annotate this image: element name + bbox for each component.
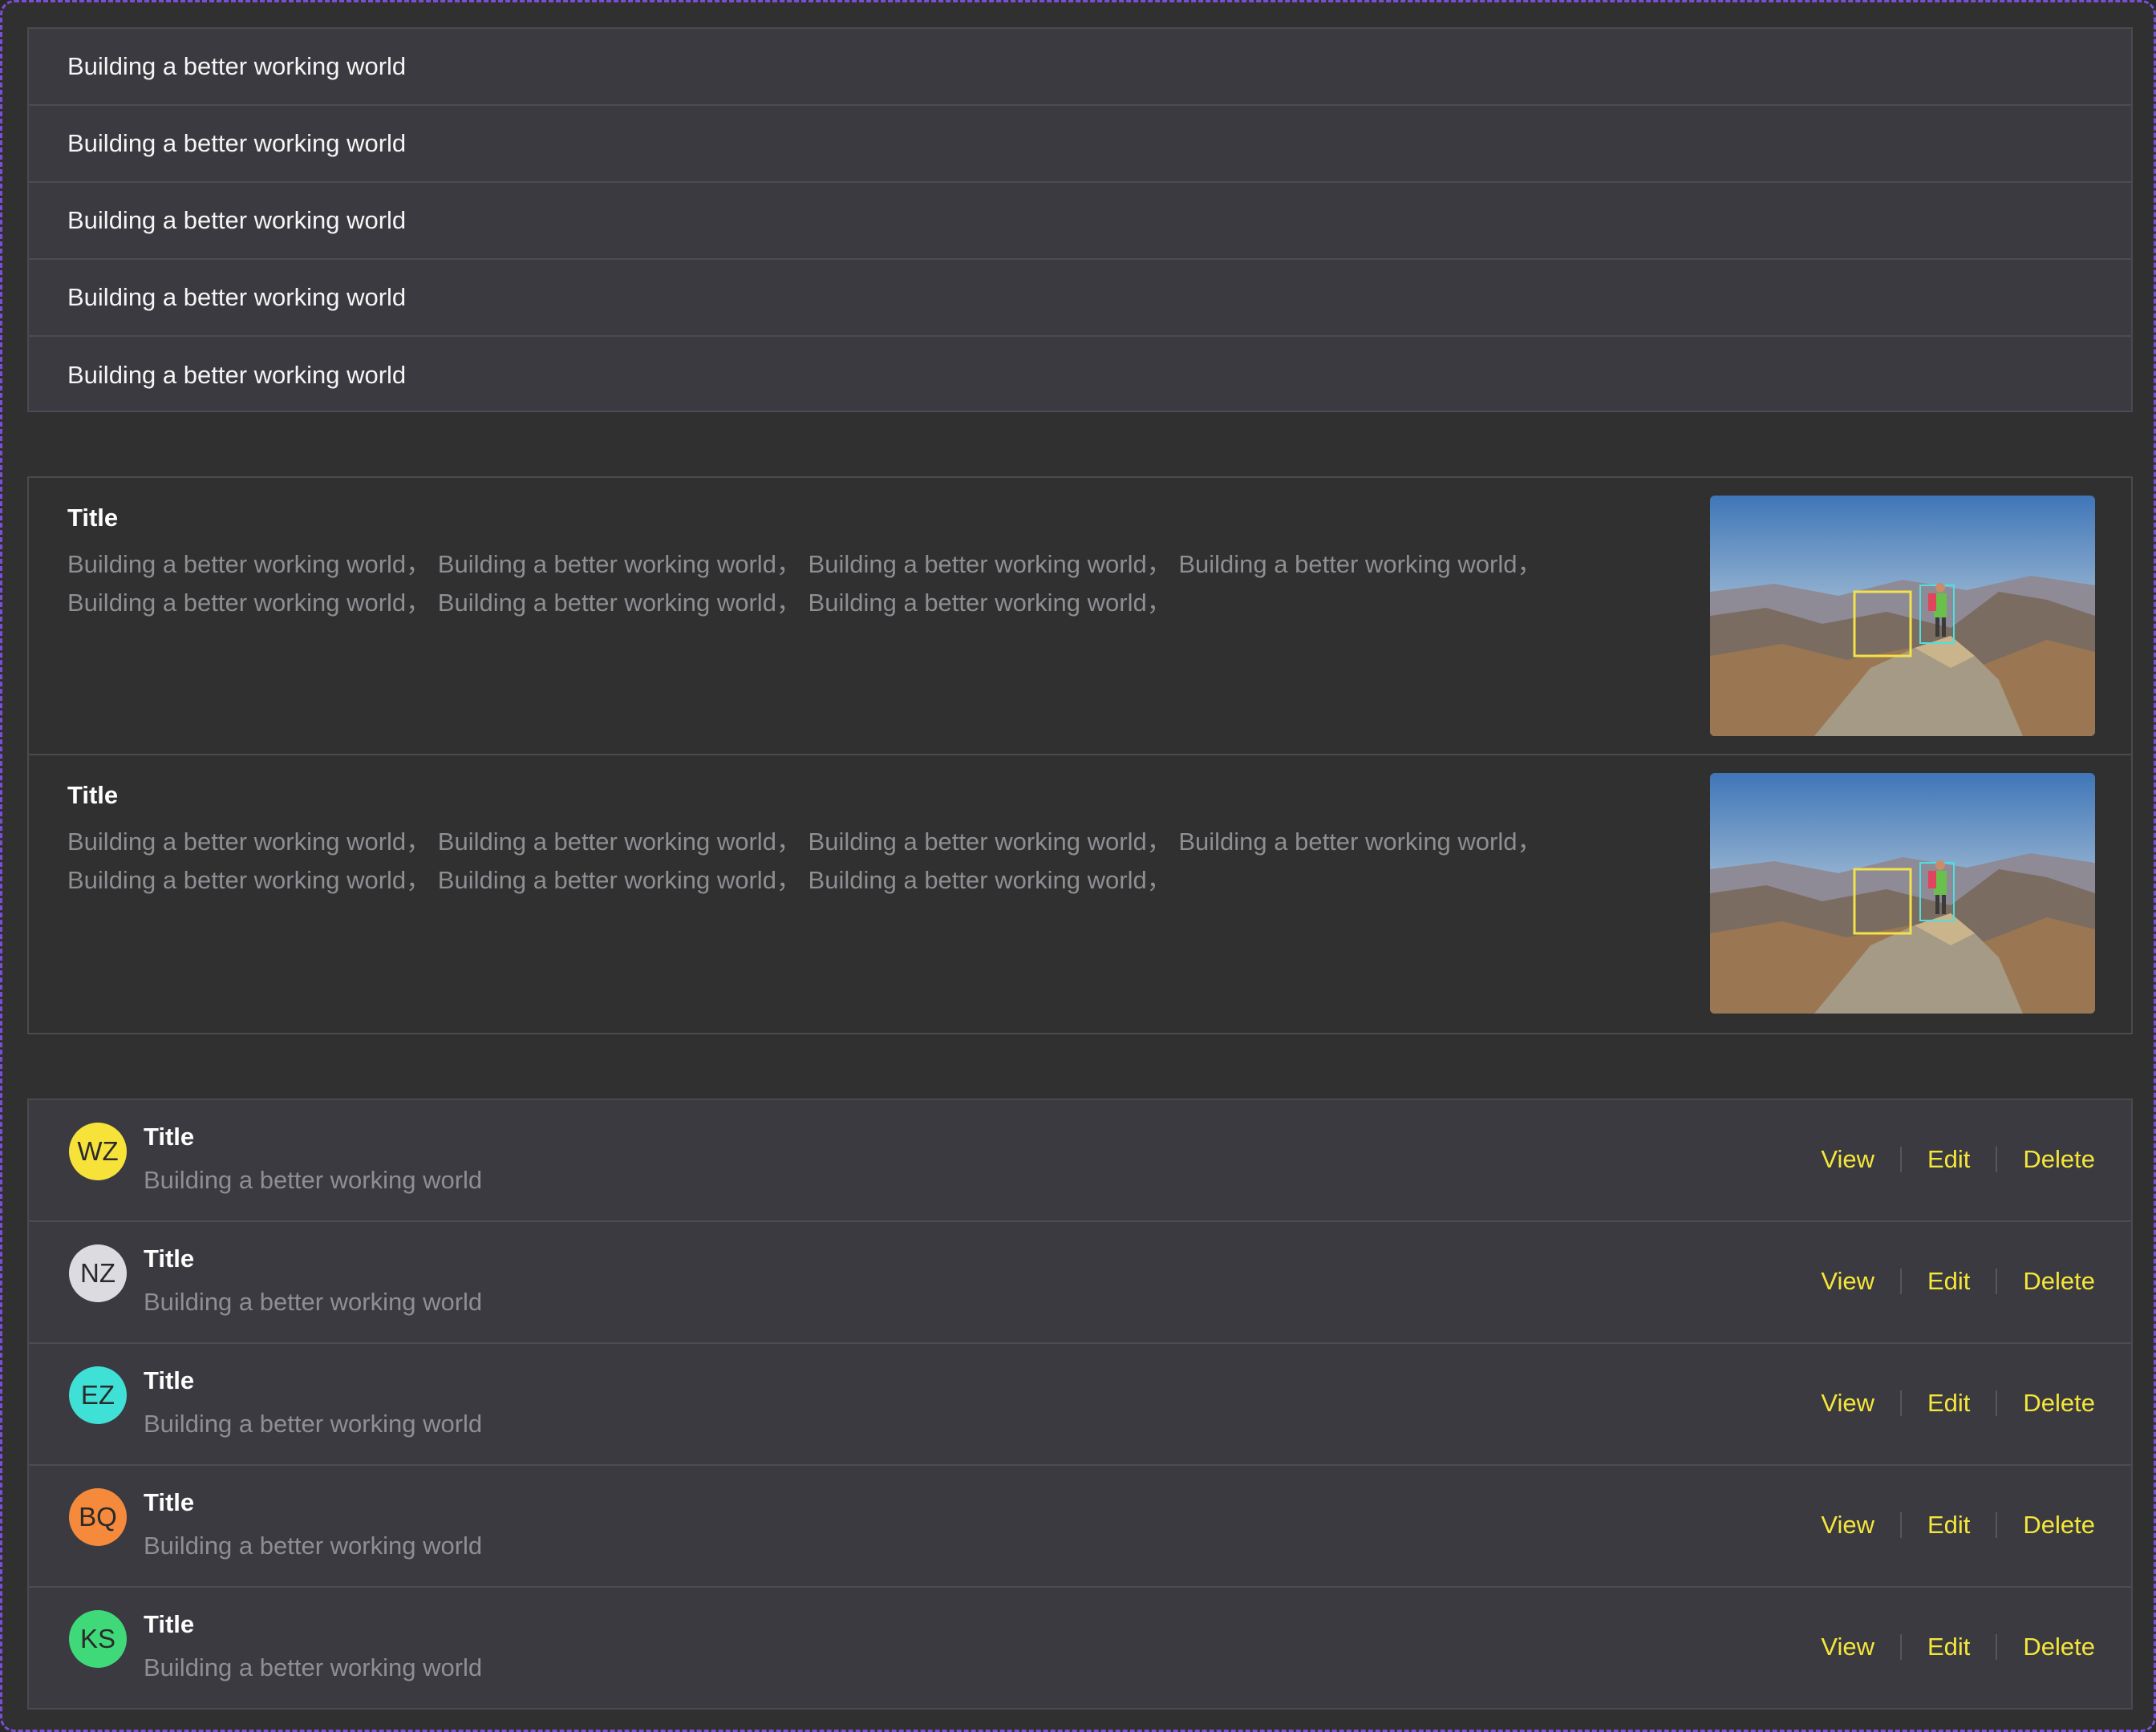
list-item[interactable]: Building a better working world	[29, 260, 2131, 337]
item-title: Title	[144, 1244, 195, 1273]
view-button[interactable]: View	[1821, 1389, 1874, 1418]
item-title: Title	[144, 1123, 195, 1151]
list-item: NZ Title Building a better working world…	[29, 1222, 2131, 1344]
item-actions: View Edit Delete	[1821, 1511, 2095, 1540]
edit-button[interactable]: Edit	[1927, 1145, 1970, 1174]
divider	[1899, 1269, 1902, 1294]
delete-button[interactable]: Delete	[2023, 1633, 2095, 1661]
item-actions: View Edit Delete	[1821, 1267, 2095, 1296]
divider	[1899, 1390, 1902, 1416]
divider	[1899, 1512, 1902, 1538]
list-item[interactable]: Building a better working world	[29, 29, 2131, 106]
edit-button[interactable]: Edit	[1927, 1267, 1970, 1296]
item-title: Title	[144, 1366, 195, 1394]
article-description-line: Building a better working world， Buildin…	[67, 866, 1172, 894]
article-description: Building a better working world， Buildin…	[67, 545, 1639, 622]
item-description: Building a better working world	[144, 1653, 483, 1681]
mountain-hiker-photo[interactable]	[1710, 496, 2095, 736]
edit-button[interactable]: Edit	[1927, 1389, 1970, 1418]
article-description-line: Building a better working world， Buildin…	[67, 589, 1172, 617]
delete-button[interactable]: Delete	[2023, 1267, 2095, 1296]
avatar[interactable]: WZ	[69, 1123, 127, 1180]
page-frame: Building a better working world Building…	[0, 0, 2156, 1732]
delete-button[interactable]: Delete	[2023, 1145, 2095, 1174]
item-actions: View Edit Delete	[1821, 1145, 2095, 1174]
list-item: KS Title Building a better working world…	[29, 1588, 2131, 1710]
item-actions: View Edit Delete	[1821, 1389, 2095, 1418]
article-list: Title Building a better working world， B…	[27, 476, 2133, 1034]
article-item[interactable]: Title Building a better working world， B…	[29, 755, 2131, 1033]
avatar[interactable]: NZ	[69, 1244, 127, 1302]
item-description: Building a better working world	[144, 1410, 483, 1438]
avatar[interactable]: KS	[69, 1610, 127, 1668]
item-actions: View Edit Delete	[1821, 1633, 2095, 1661]
article-title: Title	[67, 504, 119, 532]
action-list: WZ Title Building a better working world…	[27, 1099, 2133, 1710]
article-description: Building a better working world， Buildin…	[67, 823, 1639, 900]
divider	[1996, 1390, 1998, 1416]
avatar[interactable]: EZ	[69, 1366, 127, 1424]
list-item: WZ Title Building a better working world…	[29, 1100, 2131, 1222]
simple-list: Building a better working world Building…	[27, 27, 2133, 412]
divider	[1996, 1269, 1998, 1294]
list-item[interactable]: Building a better working world	[29, 106, 2131, 183]
mountain-hiker-photo[interactable]	[1710, 773, 2095, 1014]
view-button[interactable]: View	[1821, 1145, 1874, 1174]
divider	[1996, 1147, 1998, 1172]
item-description: Building a better working world	[144, 1288, 483, 1316]
edit-button[interactable]: Edit	[1927, 1633, 1970, 1661]
list-item: BQ Title Building a better working world…	[29, 1466, 2131, 1588]
list-item: EZ Title Building a better working world…	[29, 1344, 2131, 1466]
delete-button[interactable]: Delete	[2023, 1511, 2095, 1540]
article-item[interactable]: Title Building a better working world， B…	[29, 478, 2131, 755]
view-button[interactable]: View	[1821, 1267, 1874, 1296]
edit-button[interactable]: Edit	[1927, 1511, 1970, 1540]
divider	[1899, 1634, 1902, 1660]
article-description-line: Building a better working world， Buildin…	[67, 828, 1542, 856]
view-button[interactable]: View	[1821, 1511, 1874, 1540]
avatar[interactable]: BQ	[69, 1488, 127, 1546]
divider	[1996, 1634, 1998, 1660]
item-title: Title	[144, 1488, 195, 1516]
item-description: Building a better working world	[144, 1166, 483, 1194]
delete-button[interactable]: Delete	[2023, 1389, 2095, 1418]
article-description-line: Building a better working world， Buildin…	[67, 550, 1542, 578]
item-description: Building a better working world	[144, 1532, 483, 1560]
article-title: Title	[67, 781, 119, 809]
divider	[1996, 1512, 1998, 1538]
item-title: Title	[144, 1610, 195, 1638]
list-item[interactable]: Building a better working world	[29, 183, 2131, 260]
divider	[1899, 1147, 1902, 1172]
view-button[interactable]: View	[1821, 1633, 1874, 1661]
list-item[interactable]: Building a better working world	[29, 337, 2131, 414]
